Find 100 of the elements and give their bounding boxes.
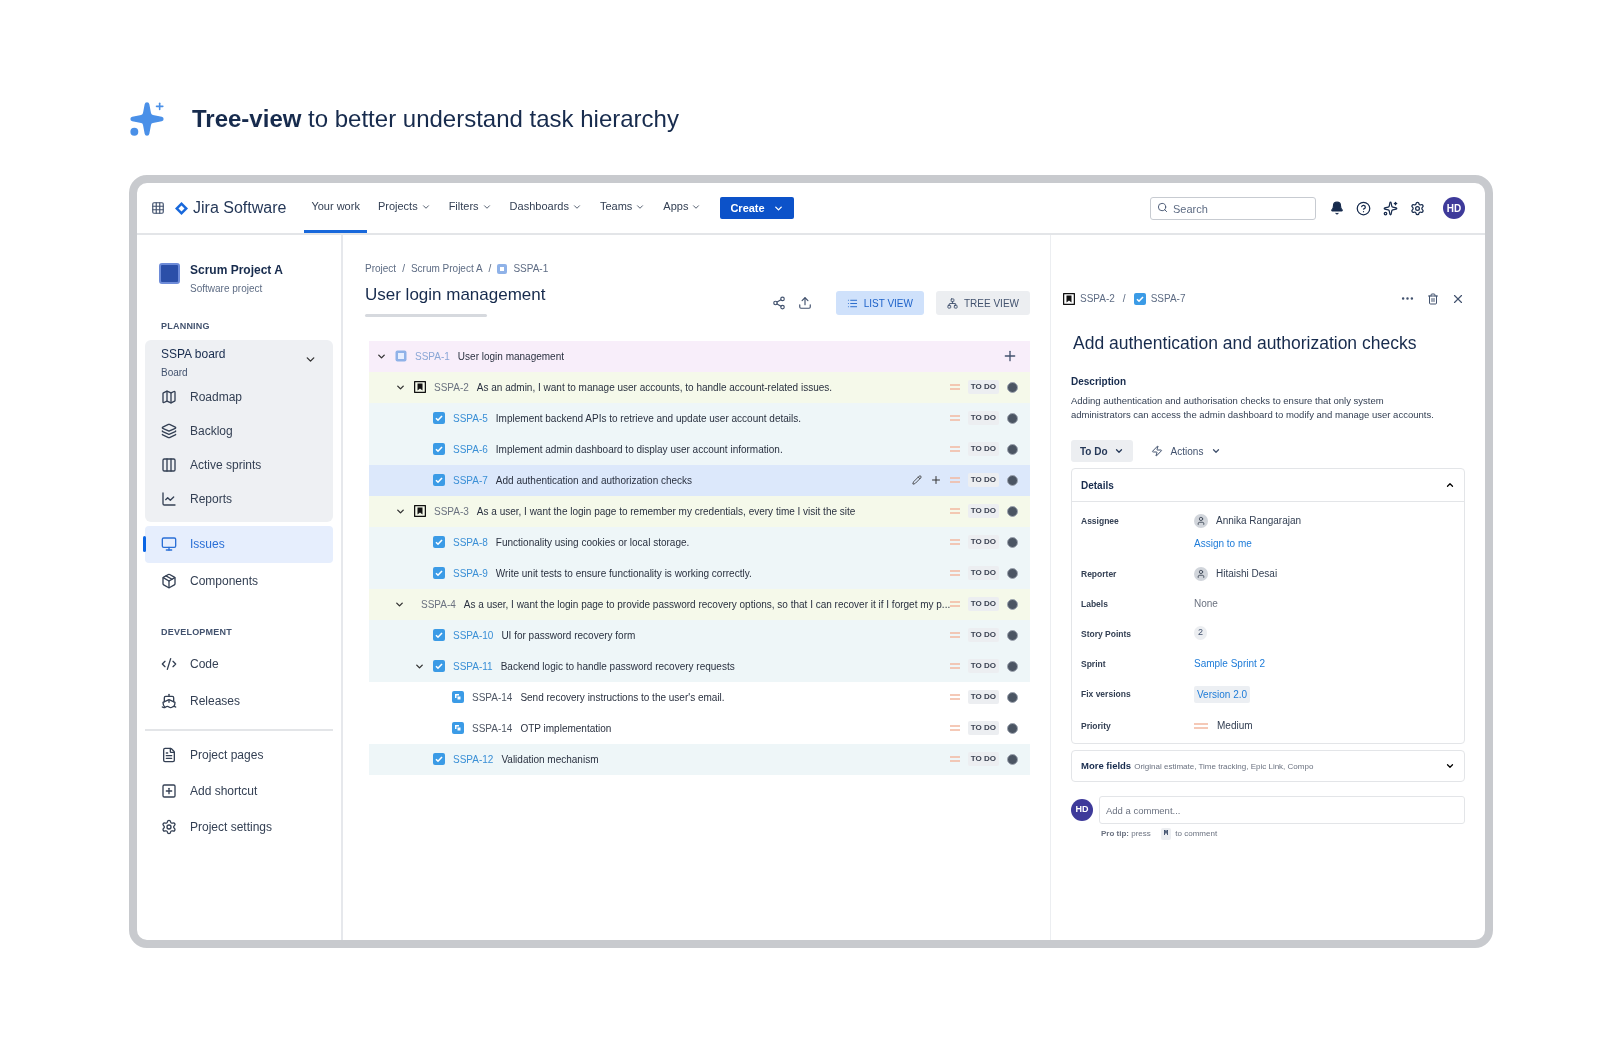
nav-tab[interactable]: Projects <box>370 183 438 233</box>
user-avatar[interactable]: HD <box>1443 197 1465 219</box>
status-badge[interactable]: TO DO <box>967 504 999 518</box>
status-badge[interactable]: TO DO <box>967 752 999 766</box>
more-fields-panel[interactable]: More fields Original estimate, Time tracking, Epic Link, Compo <box>1071 750 1465 782</box>
chevron-down-icon[interactable] <box>1445 761 1455 771</box>
help-icon[interactable] <box>1356 200 1371 216</box>
sidebar-item[interactable]: Components <box>145 562 333 600</box>
search-field[interactable]: Search <box>1150 197 1316 221</box>
avatar-icon <box>1007 567 1018 579</box>
notification-icon[interactable] <box>1330 201 1344 215</box>
view-toggle-button[interactable]: LIST VIEW <box>835 291 924 316</box>
share-icon[interactable] <box>771 296 786 311</box>
breadcrumb-link[interactable]: Project <box>365 261 397 276</box>
sidebar-item[interactable]: Project settings <box>145 809 333 845</box>
pencil-icon[interactable] <box>911 475 922 485</box>
status-badge[interactable]: TO DO <box>967 411 999 425</box>
sidebar-item[interactable]: Add shortcut <box>145 773 333 809</box>
tree-row[interactable]: SSPA-5 Implement backend APIs to retrieve and update user account details. TO DO <box>369 402 1030 434</box>
list-icon <box>846 297 858 309</box>
actions-button[interactable]: Actions <box>1146 440 1226 463</box>
tree-row[interactable]: SSPA-7 Add authentication and authorization checks TO DO <box>369 464 1030 496</box>
export-icon[interactable] <box>797 296 812 311</box>
status-badge[interactable]: TO DO <box>967 473 999 487</box>
field-value[interactable]: Medium <box>1217 718 1253 733</box>
avatar-icon <box>1007 505 1018 517</box>
settings-icon[interactable] <box>1410 200 1425 216</box>
status-dropdown[interactable]: To Do <box>1071 440 1133 463</box>
tree-row[interactable]: SSPA-11 Backend logic to handle password recovery requests TO DO <box>369 650 1030 682</box>
story-points-badge[interactable]: 2 <box>1194 626 1207 640</box>
plus-icon[interactable] <box>929 474 942 486</box>
subtask-icon <box>452 691 464 703</box>
sprint-link[interactable]: Sample Sprint 2 <box>1194 656 1266 671</box>
project-name[interactable]: Scrum Project A <box>190 261 283 279</box>
status-badge[interactable]: TO DO <box>967 690 999 704</box>
status-badge[interactable]: TO DO <box>967 597 999 611</box>
assign-link[interactable]: Assign to me <box>1194 536 1302 552</box>
sidebar-item[interactable]: Roadmap <box>145 379 333 414</box>
view-toggle-button[interactable]: TREE VIEW <box>936 291 1030 316</box>
status-badge[interactable]: TO DO <box>967 442 999 456</box>
add-icon[interactable] <box>1002 348 1018 364</box>
breadcrumb-link[interactable]: Scrum Project A <box>410 261 483 276</box>
sidebar-item[interactable]: Issues <box>145 525 333 563</box>
board-selector[interactable]: SSPA board Board <box>145 339 333 380</box>
breadcrumb-separator: / <box>1122 292 1126 306</box>
user-avatar[interactable]: HD <box>1071 799 1093 821</box>
avatar-icon <box>1007 474 1018 486</box>
description-text: Adding authentication and authorisation checks to ensure that only system administrators can access the admin dashboard to modify and manage user accounts. <box>1071 394 1435 423</box>
create-button[interactable]: Create <box>720 197 794 219</box>
tree-row[interactable]: SSPA-2 As an admin, I want to manage user accounts, to handle account-related issues. TO DO <box>369 371 1030 403</box>
issue-key[interactable]: SSPA-4 <box>421 596 456 612</box>
tree-row[interactable]: SSPA-10 UI for password recovery form TO DO <box>369 619 1030 651</box>
field-value[interactable]: Hitaishi Desai <box>1216 566 1278 582</box>
sidebar-item[interactable]: Backlog <box>145 413 333 448</box>
version-tag[interactable]: Version 2.0 <box>1194 686 1251 703</box>
nav-tab[interactable]: Dashboards <box>502 183 589 233</box>
status-badge[interactable]: TO DO <box>967 659 999 673</box>
tree-row[interactable]: SSPA-4 As a user, I want the login page to provide password recovery options, so that I can recover it if I forget my p... TO DO <box>369 588 1030 620</box>
app-switcher-icon[interactable] <box>151 201 165 215</box>
product-name[interactable]: Jira Software <box>193 196 287 220</box>
sidebar-item[interactable]: Project pages <box>145 737 333 773</box>
sidebar-item-icon <box>161 490 177 507</box>
status-badge[interactable]: TO DO <box>967 380 999 394</box>
search-icon <box>1157 201 1168 213</box>
field-value[interactable]: Annika Rangarajan <box>1216 513 1302 529</box>
comment-field[interactable]: Add a comment... <box>1099 796 1465 824</box>
sidebar-item[interactable]: Active sprints <box>145 447 333 482</box>
status-badge[interactable]: TO DO <box>967 535 999 549</box>
field-label: Fix versions <box>1081 688 1132 701</box>
avatar-icon <box>1007 381 1018 393</box>
tree-row[interactable]: SSPA-9 Write unit tests to ensure functionality is working correctly. TO DO <box>369 557 1030 589</box>
tree-row[interactable]: SSPA-1 User login management <box>369 340 1030 372</box>
nav-tab[interactable]: Your work <box>304 183 367 233</box>
status-badge[interactable]: TO DO <box>967 721 999 735</box>
field-value[interactable]: None <box>1194 596 1218 612</box>
sidebar-item[interactable]: Reports <box>145 481 333 516</box>
tree-row[interactable]: SSPA-3 As a user, I want the login page to remember my credentials, every time I visit the site TO DO <box>369 495 1030 527</box>
sidebar-item[interactable]: Code <box>145 645 333 682</box>
issue-key[interactable]: SSPA-2 <box>434 379 469 395</box>
tree-row[interactable]: SSPA-8 Functionality using cookies or local storage. TO DO <box>369 526 1030 558</box>
tree-row[interactable]: SSPA-6 Implement admin dashboard to display user account information. TO DO <box>369 433 1030 465</box>
avatar-icon <box>1007 660 1018 672</box>
tree-row[interactable]: SSPA-12 Validation mechanism TO DO <box>369 743 1030 775</box>
trash-icon[interactable] <box>1427 292 1439 305</box>
nav-tab[interactable]: Teams <box>592 183 653 233</box>
sidebar-item[interactable]: Releases <box>145 682 333 719</box>
nav-tab[interactable]: Filters <box>441 183 499 233</box>
status-badge[interactable]: TO DO <box>967 628 999 642</box>
breadcrumb-link[interactable]: SSPA-2 <box>1080 291 1115 306</box>
breadcrumb-link[interactable]: SSPA-7 <box>1150 291 1186 306</box>
issue-key[interactable]: SSPA-3 <box>434 503 469 519</box>
sparkle-icon[interactable] <box>1383 200 1398 216</box>
status-badge[interactable]: TO DO <box>967 566 999 580</box>
breadcrumb-link[interactable]: SSPA-1 <box>513 261 549 276</box>
priority-icon <box>949 570 960 576</box>
issue-key[interactable]: SSPA-14 <box>472 720 513 736</box>
nav-tab[interactable]: Apps <box>656 183 709 233</box>
issue-summary: As a user, I want the login page to remember my credentials, every time I visit the site <box>476 504 856 519</box>
avatar-icon <box>1007 629 1018 641</box>
issue-key[interactable]: SSPA-14 <box>472 689 513 705</box>
